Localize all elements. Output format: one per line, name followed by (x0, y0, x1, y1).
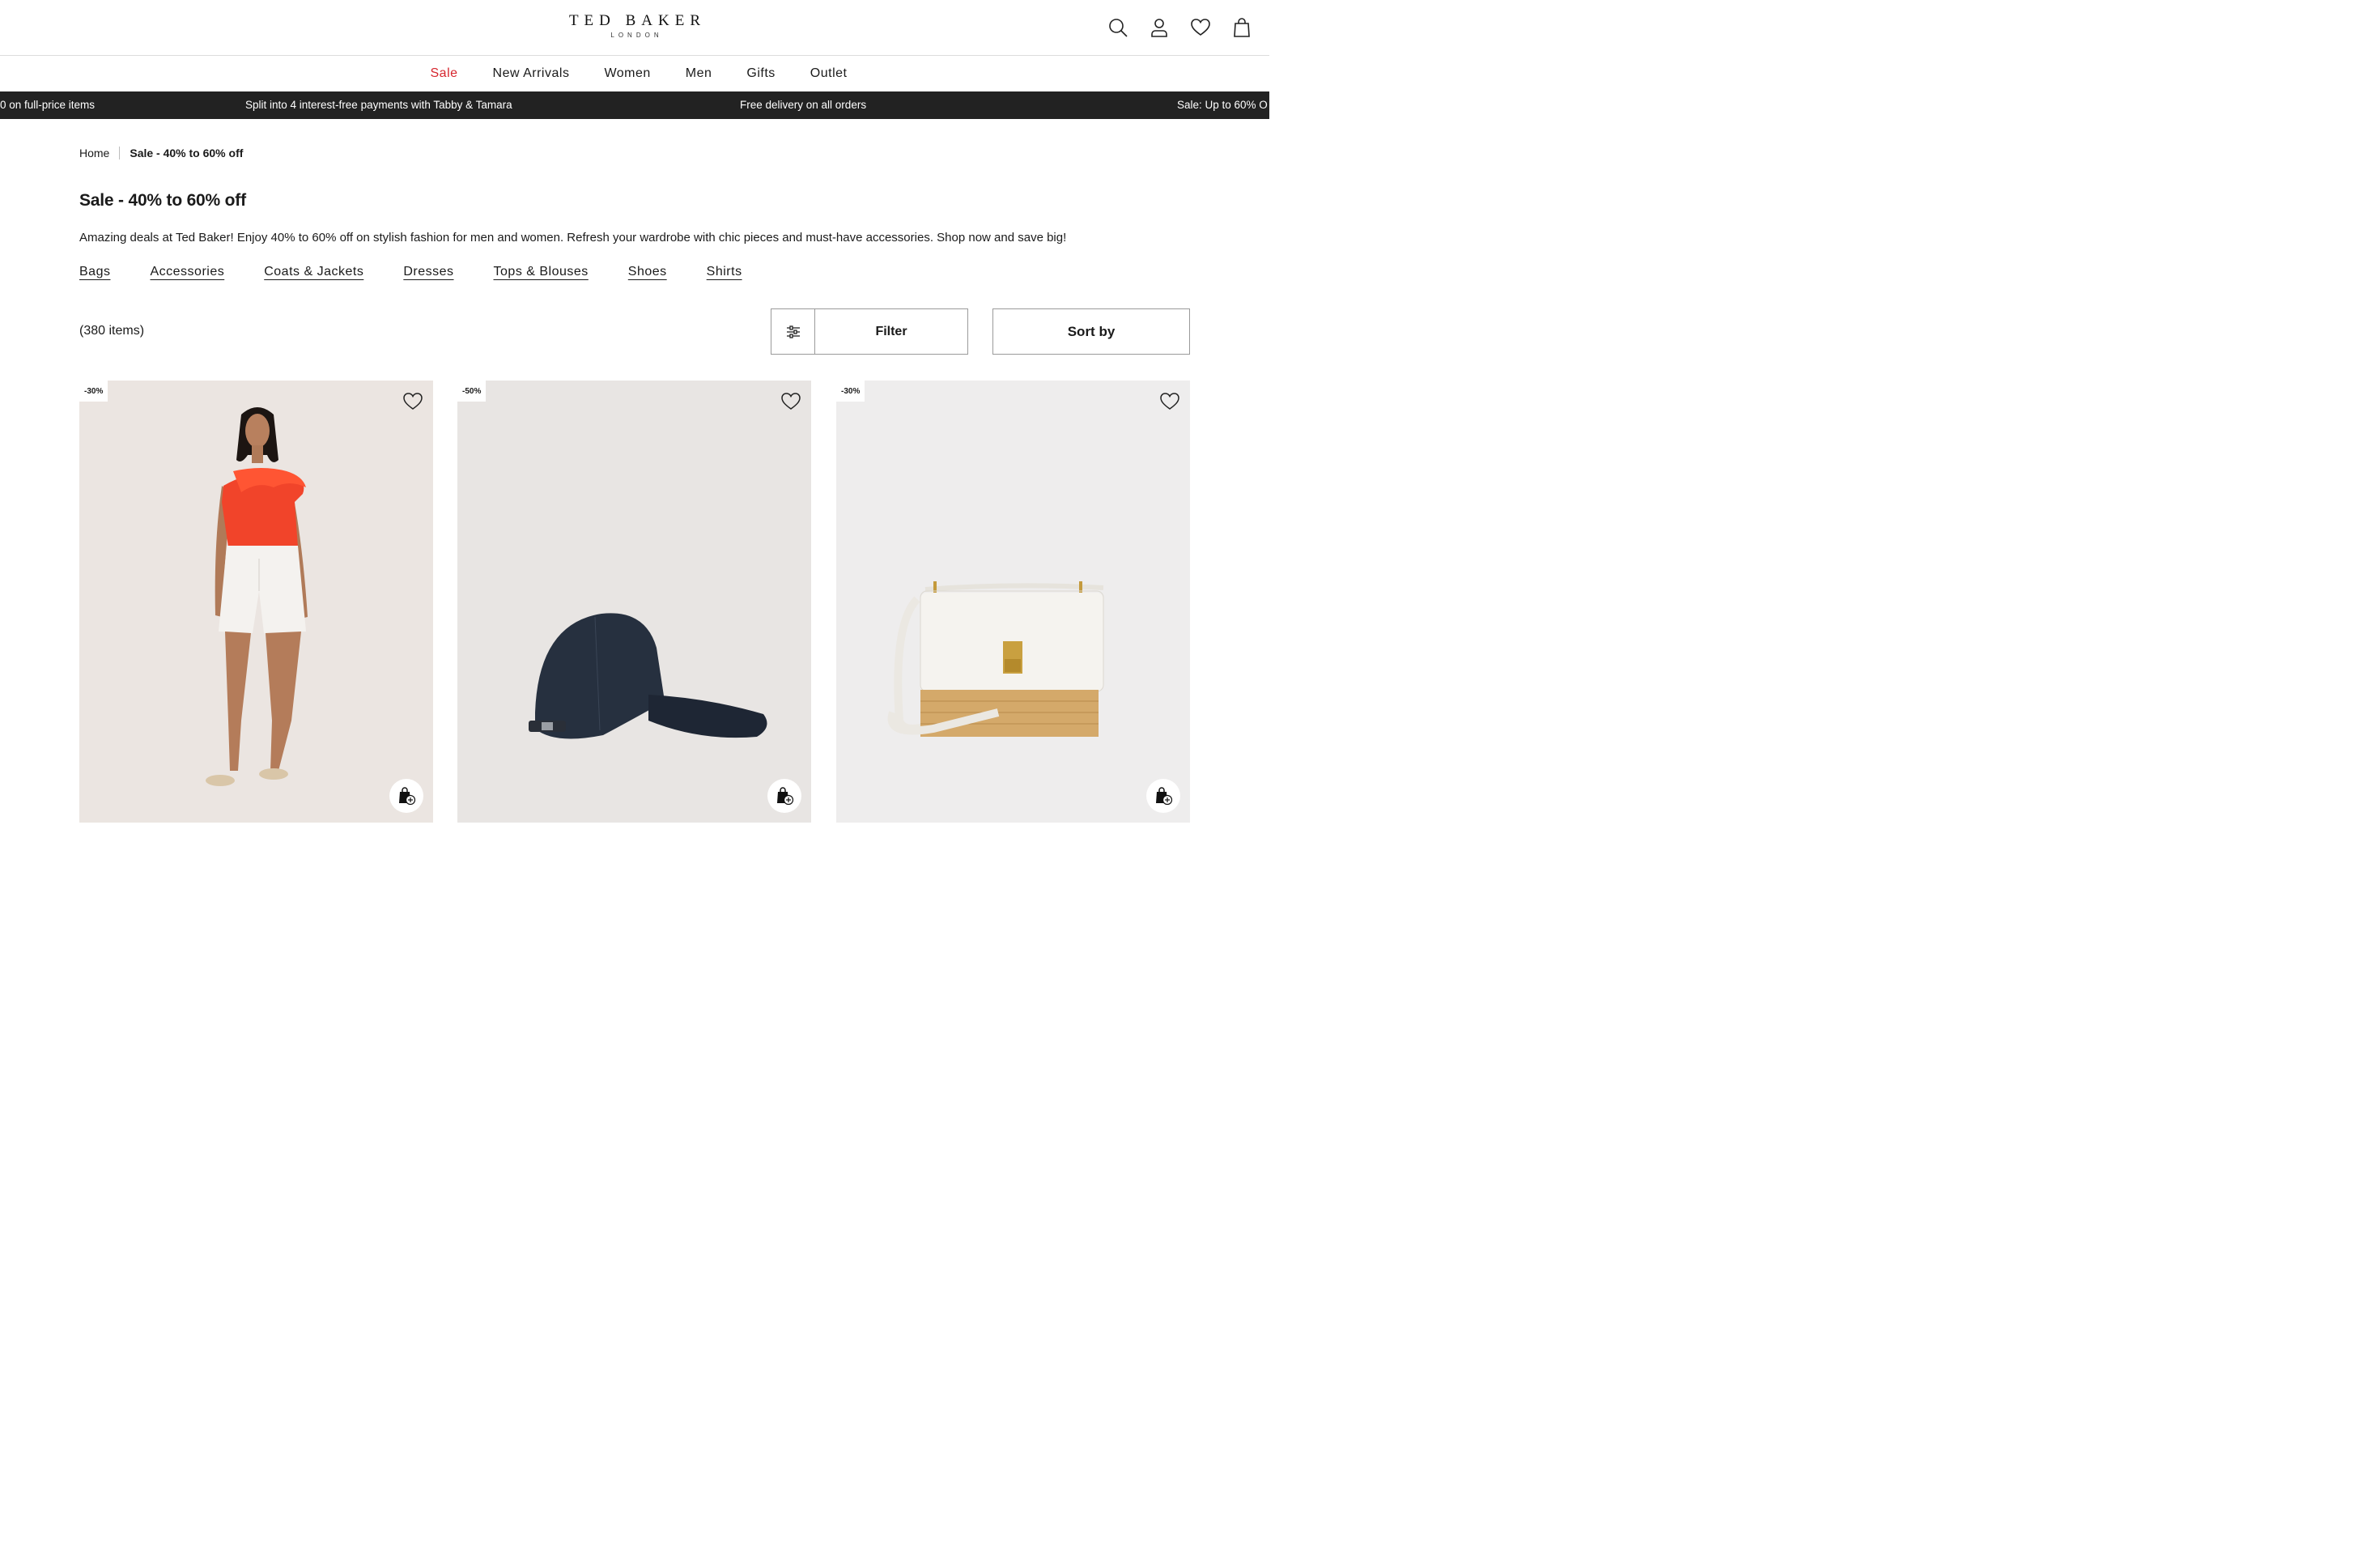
sort-button[interactable]: Sort by (992, 308, 1190, 355)
discount-badge: -30% (836, 381, 865, 402)
nav-item-men[interactable]: Men (686, 66, 712, 81)
product-card[interactable]: -30% (836, 381, 1190, 823)
promo-bar: 0 on full-price items Split into 4 inter… (0, 91, 1269, 119)
add-to-bag-button[interactable] (389, 779, 423, 813)
search-icon[interactable] (1106, 15, 1129, 39)
nav-item-gifts[interactable]: Gifts (746, 66, 775, 81)
breadcrumb-current: Sale - 40% to 60% off (130, 147, 244, 159)
nav-item-new-arrivals[interactable]: New Arrivals (493, 66, 570, 81)
wishlist-heart-icon[interactable] (780, 391, 801, 412)
breadcrumb: Home Sale - 40% to 60% off (79, 147, 243, 159)
category-link-coats-jackets[interactable]: Coats & Jackets (264, 265, 363, 279)
wishlist-icon[interactable] (1188, 15, 1212, 39)
product-image-bag (887, 581, 1104, 737)
discount-badge: -30% (79, 381, 108, 402)
bag-icon[interactable] (1230, 15, 1253, 39)
discount-badge: -50% (457, 381, 487, 402)
brand-name: TED BAKER (568, 12, 707, 29)
category-link-shirts[interactable]: Shirts (707, 265, 742, 279)
promo-message: Split into 4 interest-free payments with… (245, 99, 512, 111)
nav-item-sale[interactable]: Sale (431, 66, 458, 81)
category-link-shoes[interactable]: Shoes (628, 265, 667, 279)
header-actions (1106, 15, 1253, 39)
promo-message: Sale: Up to 60% O (1177, 99, 1268, 111)
product-card[interactable]: -50% (457, 381, 811, 823)
filter-button[interactable]: Filter (771, 308, 968, 355)
site-header: TED BAKER LONDON (0, 0, 1269, 56)
wishlist-heart-icon[interactable] (402, 391, 423, 412)
page-description: Amazing deals at Ted Baker! Enjoy 40% to… (79, 231, 1067, 245)
item-count: (380 items) (79, 324, 145, 338)
filter-sliders-icon (771, 309, 815, 354)
main-nav: Sale New Arrivals Women Men Gifts Outlet (0, 56, 1269, 91)
breadcrumb-home[interactable]: Home (79, 147, 109, 159)
brand-logo[interactable]: TED BAKER LONDON (554, 12, 716, 41)
add-to-bag-icon (777, 787, 794, 806)
product-image-top-shorts (206, 407, 308, 786)
account-icon[interactable] (1147, 15, 1171, 39)
nav-item-outlet[interactable]: Outlet (810, 66, 848, 81)
category-links: Bags Accessories Coats & Jackets Dresses… (79, 265, 742, 279)
add-to-bag-button[interactable] (1146, 779, 1180, 813)
add-to-bag-icon (1156, 787, 1173, 806)
page-title: Sale - 40% to 60% off (79, 191, 246, 210)
filter-label: Filter (875, 324, 907, 338)
nav-item-women[interactable]: Women (604, 66, 650, 81)
add-to-bag-icon (399, 787, 416, 806)
brand-sub: LONDON (610, 32, 663, 39)
product-image-cap (529, 613, 767, 739)
promo-message: 0 on full-price items (0, 99, 96, 111)
wishlist-heart-icon[interactable] (1159, 391, 1180, 412)
category-link-dresses[interactable]: Dresses (403, 265, 453, 279)
product-card[interactable]: -30% (79, 381, 433, 823)
add-to-bag-button[interactable] (767, 779, 801, 813)
category-link-bags[interactable]: Bags (79, 265, 110, 279)
promo-message: Free delivery on all orders (740, 99, 867, 111)
breadcrumb-divider (119, 147, 121, 159)
category-link-tops-blouses[interactable]: Tops & Blouses (494, 265, 589, 279)
category-link-accessories[interactable]: Accessories (150, 265, 224, 279)
